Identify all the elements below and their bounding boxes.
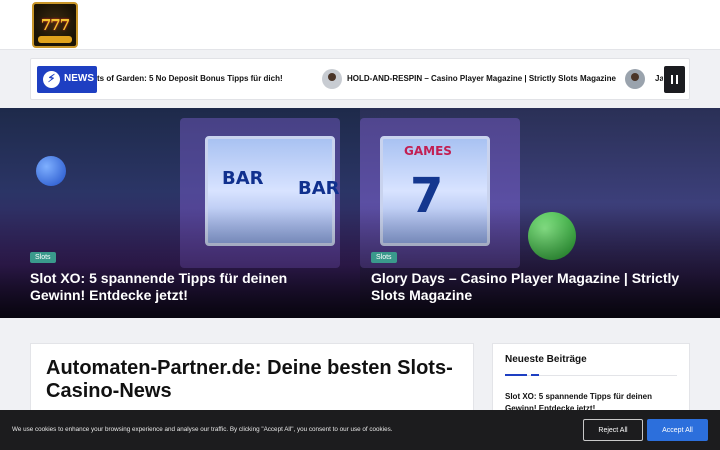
sidebar-accent	[505, 374, 527, 376]
ticker-item[interactable]: HOLD-AND-RESPIN – Casino Player Magazine…	[347, 74, 616, 83]
accept-all-button[interactable]: Accept All	[647, 419, 708, 441]
hero-slide[interactable]: BAR BAR Slots Slot XO: 5 spannende Tipps…	[0, 108, 360, 318]
news-ticker: ⚡︎ NEWS ts of Garden: 5 No Deposit Bonus…	[30, 58, 690, 100]
ticker-pause-button[interactable]	[664, 66, 685, 93]
sidebar-accent	[531, 374, 539, 376]
news-badge: ⚡︎ NEWS	[37, 66, 97, 93]
reel-label: GAMES	[404, 144, 452, 158]
site-logo[interactable]: 777	[32, 2, 78, 48]
ticker-thumbnail[interactable]	[322, 69, 342, 89]
site-header: 777	[0, 0, 720, 50]
reject-all-button[interactable]: Reject All	[583, 419, 643, 441]
slide-title[interactable]: Glory Days – Casino Player Magazine | St…	[371, 270, 691, 304]
category-tag[interactable]: Slots	[371, 252, 397, 263]
hero-slide[interactable]: GAMES 7 Slots Glory Days – Casino Player…	[360, 108, 720, 318]
blue-button-light	[36, 156, 66, 186]
ticker-item[interactable]: ts of Garden: 5 No Deposit Bonus Tipps f…	[97, 74, 283, 83]
sidebar-heading: Neueste Beiträge	[505, 354, 587, 365]
ticker-item[interactable]: Jackpot: 7 E	[655, 74, 663, 83]
logo-sevens: 777	[40, 16, 70, 34]
hero-slider: BAR BAR Slots Slot XO: 5 spannende Tipps…	[0, 108, 720, 318]
category-tag[interactable]: Slots	[30, 252, 56, 263]
page-title: Automaten-Partner.de: Deine besten Slots…	[46, 357, 453, 402]
slide-title[interactable]: Slot XO: 5 spannende Tipps für deinen Ge…	[30, 270, 330, 304]
ticker-track: ts of Garden: 5 No Deposit Bonus Tipps f…	[97, 59, 663, 99]
reel-label: BAR	[298, 178, 340, 199]
logo-coins	[38, 36, 72, 43]
bolt-icon: ⚡︎	[43, 71, 60, 88]
cookie-banner: We use cookies to enhance your browsing …	[0, 410, 720, 450]
cookie-text: We use cookies to enhance your browsing …	[12, 426, 393, 433]
news-badge-label: NEWS	[64, 73, 94, 84]
reel-label: BAR	[222, 168, 264, 189]
ticker-thumbnail[interactable]	[625, 69, 645, 89]
